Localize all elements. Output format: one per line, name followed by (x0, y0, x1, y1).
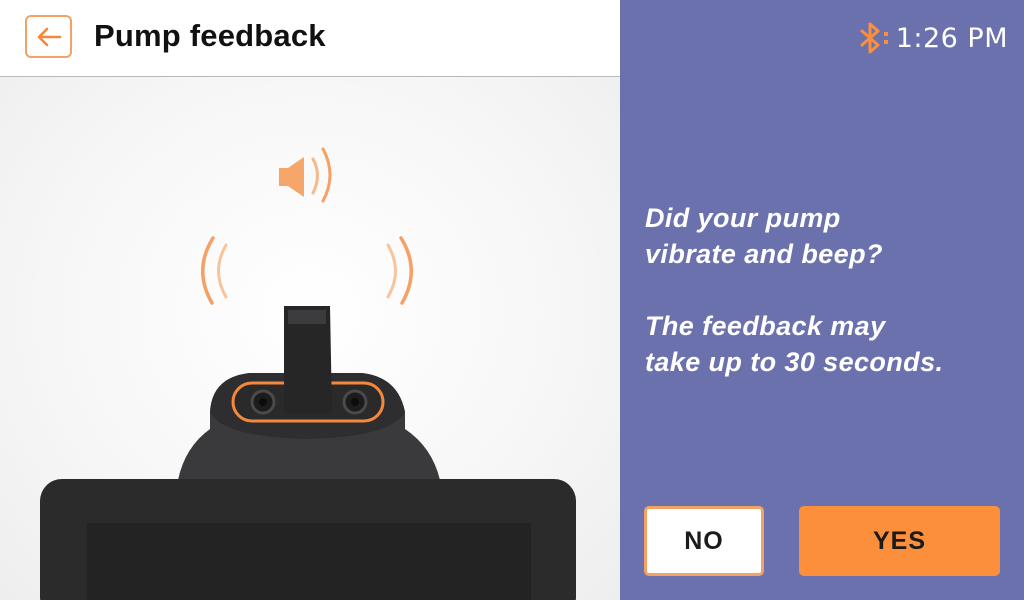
status-bar: 1:26 PM (856, 20, 1008, 56)
bluetooth-icon (860, 22, 888, 54)
feedback-note: The feedback may take up to 30 seconds. (645, 311, 944, 377)
back-button[interactable] (25, 15, 72, 58)
speaker-icon (279, 147, 332, 203)
no-button[interactable]: NO (644, 506, 764, 576)
yes-button[interactable]: YES (799, 506, 1000, 576)
arrow-left-icon (37, 27, 61, 46)
left-pane: Pump feedback (0, 0, 620, 600)
pump-device-image (40, 147, 576, 600)
page-title: Pump feedback (94, 18, 326, 53)
vibration-right-icon (386, 236, 413, 305)
vibration-left-icon (201, 236, 228, 305)
feedback-message: Did your pump vibrate and beep? The feed… (645, 200, 1015, 380)
status-time: 1:26 PM (895, 22, 1008, 54)
header-bar: Pump feedback (0, 0, 620, 77)
right-pane: 1:26 PM Did your pump vibrate and beep? … (620, 0, 1024, 600)
pump-illustration (0, 77, 620, 600)
feedback-question: Did your pump vibrate and beep? (645, 203, 883, 269)
